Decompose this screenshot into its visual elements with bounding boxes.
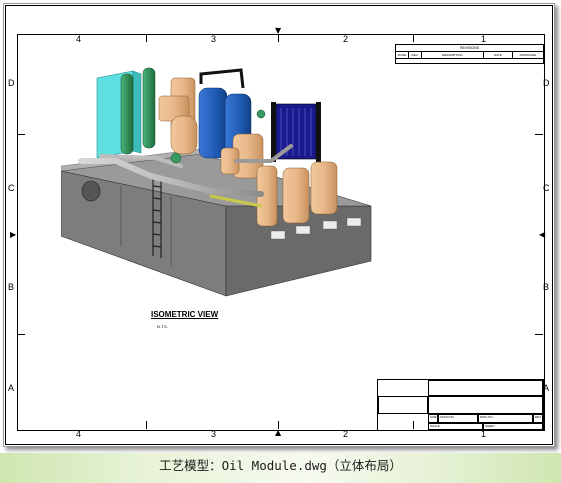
dwg-no-cell: DWG NO xyxy=(478,414,533,423)
skid-vent xyxy=(346,217,362,227)
zone-left-c: C xyxy=(8,183,15,193)
image-caption: 工艺模型：Oil Module.dwg（立体布局） xyxy=(159,458,402,473)
view-title: ISOMETRIC VIEW xyxy=(151,310,219,319)
rev-cell: REV xyxy=(533,414,543,423)
green-filter-column xyxy=(142,67,156,149)
zone-left-d: D xyxy=(8,78,15,88)
blue-vessel xyxy=(198,87,228,159)
valve-icon xyxy=(170,152,182,164)
drawing-sheet: 4 3 2 1 4 3 2 1 D C B A D C B A ▶ ◀ ▼ ▲ … xyxy=(5,5,553,445)
heat-exchanger-frame xyxy=(271,102,276,162)
green-filter-column xyxy=(120,73,134,155)
fscm-cell: FSCM NO xyxy=(438,414,478,423)
skid-port xyxy=(81,180,101,202)
revision-col-date: DATE xyxy=(484,52,513,58)
vessel-frame xyxy=(199,68,245,89)
filter-housing xyxy=(310,161,338,215)
title-block: SIZE FSCM NO DWG NO REV SCALE SHEET xyxy=(377,379,544,431)
drawing-title-cell xyxy=(428,396,543,414)
revision-title: REVISIONS xyxy=(396,45,543,52)
revision-col-approved: APPROVED xyxy=(519,53,537,57)
valve-icon xyxy=(256,109,266,119)
size-cell: SIZE xyxy=(428,414,438,423)
sheet-cell: SHEET xyxy=(483,423,543,430)
revision-col-zone: ZONE xyxy=(396,52,409,58)
skid-vent xyxy=(270,230,286,240)
revision-col-rev: REV xyxy=(409,52,422,58)
company-cell xyxy=(378,396,428,414)
control-cabinet-side xyxy=(132,70,142,154)
revision-columns: ZONE REV DESCRIPTION DATE APPROVED xyxy=(396,52,543,59)
filter-housing xyxy=(282,167,310,224)
view-scale: N.T.S. xyxy=(157,324,168,329)
oil-module-isometric-model xyxy=(61,67,372,297)
zone-left-b: B xyxy=(8,282,15,292)
cooler-tank xyxy=(170,115,198,155)
title-cell xyxy=(428,380,543,396)
zone-left-a: A xyxy=(8,383,15,393)
heat-exchanger-frame xyxy=(316,102,321,162)
scale-cell: SCALE xyxy=(428,423,483,430)
centering-arrow-left-icon: ▶ xyxy=(10,230,17,239)
skid-vent xyxy=(322,220,338,230)
revision-col-description: DESCRIPTION xyxy=(422,52,485,58)
skid-vent xyxy=(295,225,311,235)
revision-block: REVISIONS ZONE REV DESCRIPTION DATE APPR… xyxy=(395,44,544,64)
